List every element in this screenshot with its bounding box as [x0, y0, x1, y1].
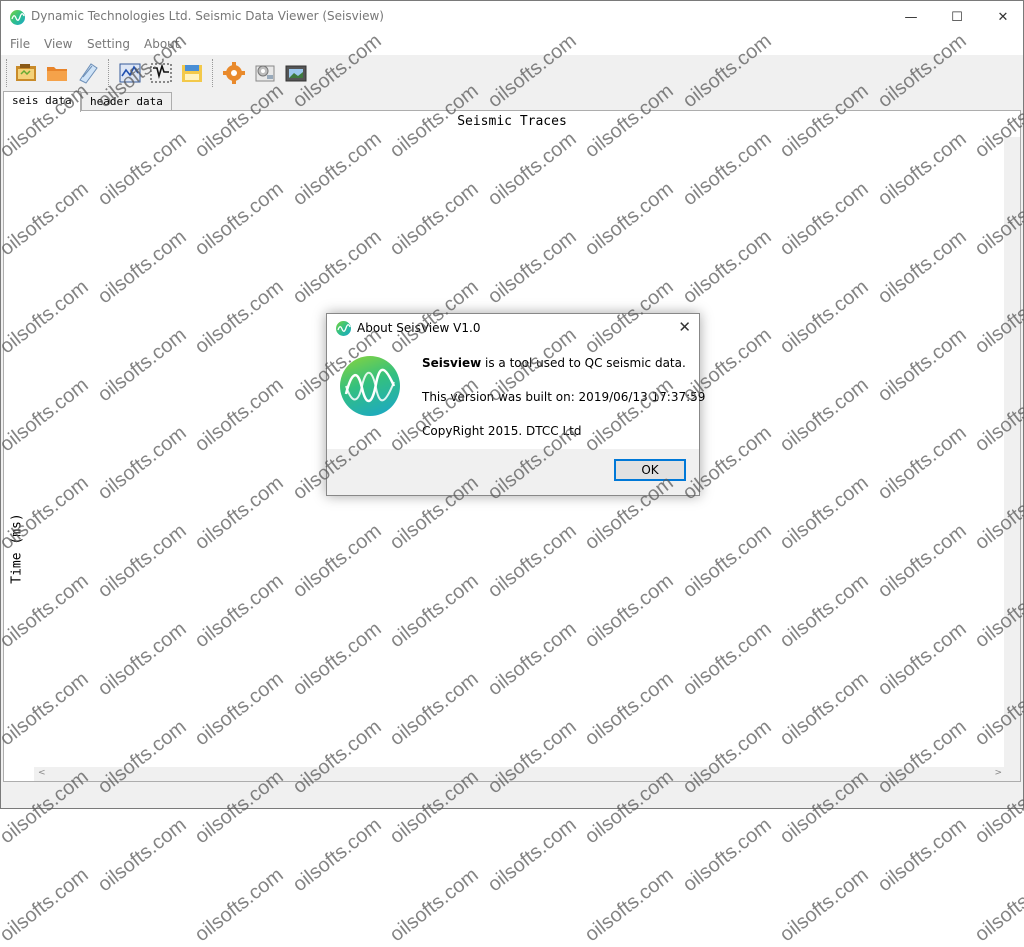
ok-button[interactable]: OK: [614, 459, 686, 481]
watermark-text: oilsofts.com: [678, 813, 776, 897]
menu-file[interactable]: File: [10, 37, 30, 51]
copyright-text: CopyRight 2015. DTCC Ltd: [422, 424, 582, 438]
toolbar-separator: [108, 59, 109, 87]
scroll-right-arrow-icon[interactable]: >: [994, 768, 1002, 778]
paper-icon[interactable]: [75, 60, 101, 86]
dialog-close-button[interactable]: ✕: [678, 318, 691, 336]
description-text: is a tool used to QC seismic data.: [481, 356, 686, 370]
dialog-footer: OK: [327, 449, 699, 495]
plot-title: Seismic Traces: [457, 114, 567, 129]
open-segy-icon[interactable]: [13, 60, 39, 86]
y-axis-label: Time (ms): [9, 513, 25, 584]
watermark-text: oilsofts.com: [190, 863, 288, 947]
toolbar: [1, 55, 1023, 91]
toolbar-separator: [212, 59, 213, 87]
folder-icon[interactable]: [44, 60, 70, 86]
tab-bar: seis data header data: [1, 91, 1023, 112]
minimize-button[interactable]: —: [888, 1, 934, 33]
watermark-text: oilsofts.com: [385, 863, 483, 947]
status-bar: [1, 782, 1023, 808]
wiggle-icon[interactable]: [148, 60, 174, 86]
window-title: Dynamic Technologies Ltd. Seismic Data V…: [31, 9, 384, 23]
about-dialog: About SeisView V1.0 ✕ Seisview is a tool…: [326, 313, 705, 496]
scroll-down-arrow-icon[interactable]: ⌄: [1007, 217, 1015, 227]
watermark-text: oilsofts.com: [580, 863, 678, 947]
dialog-description: Seisview is a tool used to QC seismic da…: [422, 356, 686, 370]
watermark-text: oilsofts.com: [483, 813, 581, 897]
dialog-title-bar[interactable]: About SeisView V1.0 ✕: [327, 314, 699, 344]
save-icon[interactable]: [179, 60, 205, 86]
maximize-button[interactable]: ☐: [934, 1, 980, 33]
dialog-title: About SeisView V1.0: [357, 321, 481, 335]
menu-setting[interactable]: Setting: [87, 37, 130, 51]
watermark-text: oilsofts.com: [775, 863, 873, 947]
scroll-left-arrow-icon[interactable]: <: [38, 768, 46, 778]
tab-header-data[interactable]: header data: [81, 92, 172, 111]
toolbar-separator: [6, 59, 7, 87]
build-info: This version was built on: 2019/06/13 17…: [422, 390, 706, 404]
app-logo-icon: [10, 10, 25, 25]
trace-display-icon[interactable]: [117, 60, 143, 86]
watermark-text: oilsofts.com: [288, 813, 386, 897]
title-bar[interactable]: Dynamic Technologies Ltd. Seismic Data V…: [1, 1, 1023, 33]
watermark-text: oilsofts.com: [873, 813, 971, 897]
horizontal-scrollbar[interactable]: < >: [34, 767, 1006, 781]
export-image-icon[interactable]: [283, 60, 309, 86]
config-icon[interactable]: [252, 60, 278, 86]
close-button[interactable]: ✕: [980, 1, 1023, 33]
watermark-text: oilsofts.com: [0, 863, 93, 947]
tab-seis-data[interactable]: seis data: [3, 91, 81, 112]
watermark-text: oilsofts.com: [970, 863, 1024, 947]
settings-gear-icon[interactable]: [221, 60, 247, 86]
menu-bar: File View Setting About: [1, 33, 1023, 55]
watermark-text: oilsofts.com: [93, 813, 191, 897]
vertical-scrollbar[interactable]: ⌄: [1004, 137, 1020, 781]
product-name: Seisview: [422, 356, 482, 370]
menu-about[interactable]: About: [144, 37, 179, 51]
dialog-app-icon: [336, 321, 351, 336]
menu-view[interactable]: View: [44, 37, 72, 51]
seisview-logo-icon: [340, 356, 400, 416]
